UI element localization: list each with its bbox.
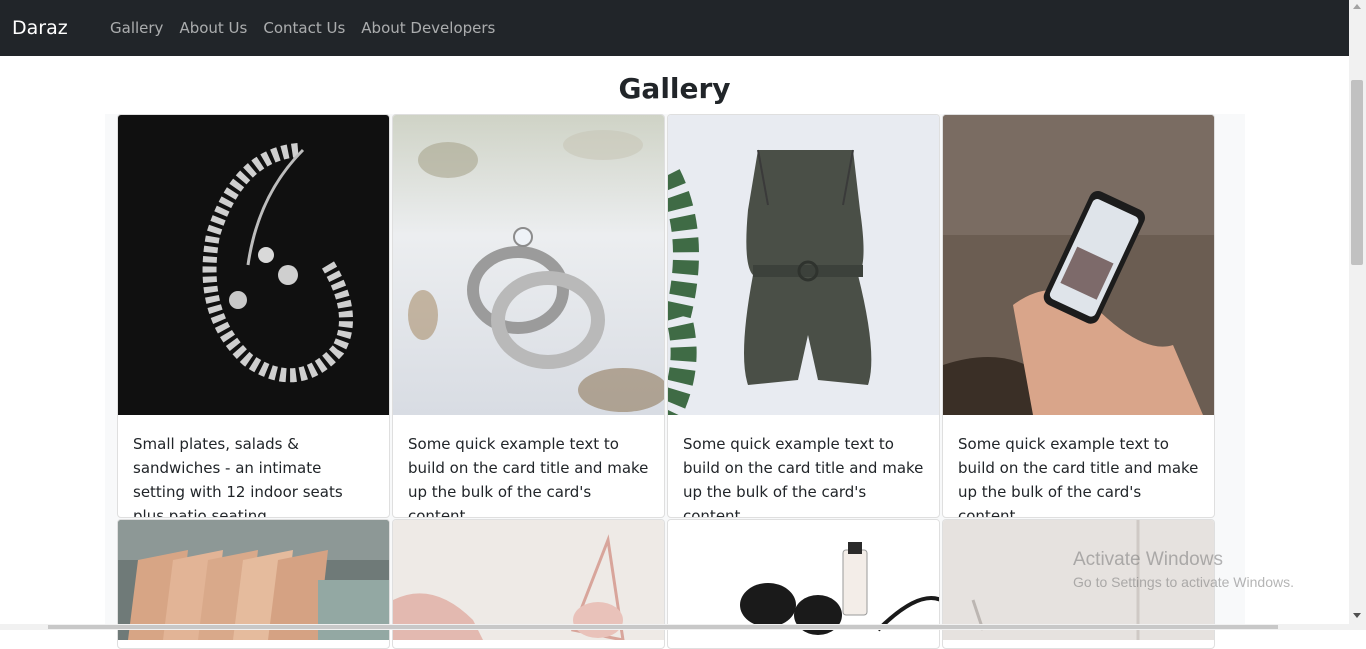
activate-windows-watermark: Activate Windows Go to Settings to activ… [1073,548,1294,592]
nav-link-gallery[interactable]: Gallery [110,18,163,40]
gallery-card[interactable]: Small plates, salads & sandwiches - an i… [117,114,390,518]
nav-link-about-developers[interactable]: About Developers [361,18,495,40]
scrollbar-thumb[interactable] [1351,80,1363,265]
gallery-card[interactable]: Some quick example text to build on the … [667,114,940,518]
nav-link-about-us[interactable]: About Us [179,18,247,40]
nav-link-contact-us[interactable]: Contact Us [263,18,345,40]
watermark-subtitle: Go to Settings to activate Windows. [1073,574,1294,590]
card-text: Some quick example text to build on the … [683,435,924,518]
card-text: Some quick example text to build on the … [408,435,649,518]
gallery-card[interactable]: Some quick example text to build on the … [942,114,1215,518]
horizontal-scrollbar[interactable] [0,624,1349,630]
card-text: Small plates, salads & sandwiches - an i… [133,435,343,518]
gallery-card[interactable]: Some quick example text to build on the … [392,114,665,518]
scroll-up-arrow-icon[interactable] [1353,4,1361,9]
horizontal-scrollbar-thumb[interactable] [48,625,1278,629]
nav-links: Gallery About Us Contact Us About Develo… [110,18,511,40]
sunglasses-and-perfume-photo [668,520,939,640]
silver-necklace-photo [118,115,389,415]
page-title: Gallery [618,72,731,105]
brand-logo[interactable]: Daraz [12,16,68,40]
green-romper-photo [668,115,939,415]
watermark-title: Activate Windows [1073,549,1223,570]
card-text: Some quick example text to build on the … [958,435,1199,518]
scroll-down-arrow-icon[interactable] [1353,613,1361,618]
pink-lingerie-photo [393,520,664,640]
hand-holding-phone-photo [943,115,1214,415]
top-navbar: Daraz Gallery About Us Contact Us About … [0,0,1349,56]
wedding-rings-photo [393,115,664,415]
clothes-on-hangers-photo [118,520,389,640]
vertical-scrollbar[interactable] [1349,0,1366,630]
